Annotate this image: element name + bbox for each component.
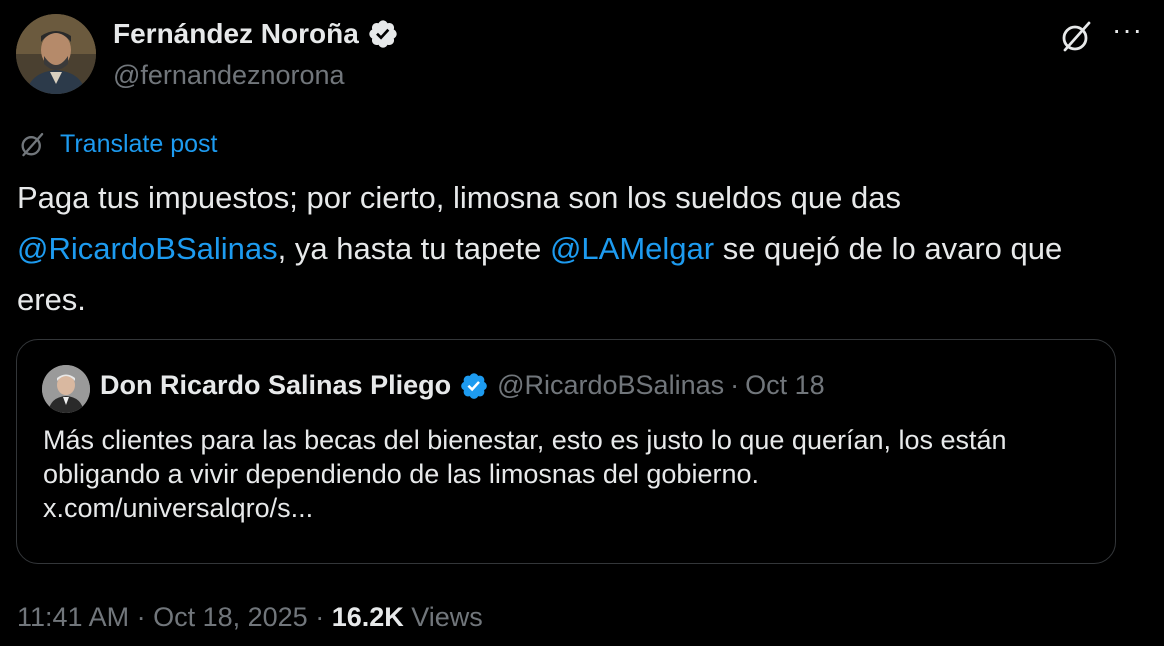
grok-translate-icon — [21, 132, 44, 156]
mention-link[interactable]: @RicardoBSalinas — [17, 231, 278, 266]
post-text-part: Paga tus impuestos; por cierto, limosna … — [17, 180, 901, 215]
verified-badge-icon — [369, 20, 397, 48]
quoted-author-name[interactable]: Don Ricardo Salinas Pliego — [100, 370, 451, 401]
meta-separator: · — [307, 602, 332, 632]
quoted-author-avatar[interactable] — [42, 365, 90, 413]
author-avatar[interactable] — [16, 14, 96, 94]
dot-separator: · — [730, 370, 740, 400]
more-options-button[interactable]: ··· — [1112, 14, 1143, 46]
quoted-author-handle[interactable]: @RicardoBSalinas — [497, 370, 724, 401]
views-label: Views — [411, 602, 483, 632]
grok-icon[interactable] — [1058, 19, 1094, 55]
author-name-row[interactable]: Fernández Noroña — [113, 18, 399, 50]
quoted-post-link[interactable]: x.com/universalqro/s... — [43, 491, 1093, 525]
quoted-post-card[interactable]: Don Ricardo Salinas Pliego @RicardoBSali… — [16, 339, 1116, 564]
quoted-post-text: Más clientes para las becas del bienesta… — [43, 423, 1093, 525]
quoted-post-date[interactable]: Oct 18 — [745, 370, 825, 401]
post-text-part: , ya hasta tu tapete — [277, 231, 550, 266]
post-time[interactable]: 11:41 AM — [17, 602, 129, 632]
post-meta: 11:41 AM · Oct 18, 2025 · 16.2K Views — [17, 602, 483, 633]
views-count: 16.2K — [331, 602, 404, 632]
post-text: Paga tus impuestos; por cierto, limosna … — [17, 172, 1137, 325]
quoted-header: Don Ricardo Salinas Pliego @RicardoBSali… — [100, 370, 825, 401]
meta-separator: · — [129, 602, 154, 632]
post-date[interactable]: Oct 18, 2025 — [153, 602, 308, 632]
translate-post-row[interactable]: Translate post — [18, 130, 217, 159]
mention-link[interactable]: @LAMelgar — [550, 231, 714, 266]
quoted-post-body: Más clientes para las becas del bienesta… — [43, 425, 1007, 489]
author-name[interactable]: Fernández Noroña — [113, 18, 359, 50]
verified-badge-icon — [461, 372, 487, 399]
translate-post-link[interactable]: Translate post — [60, 130, 217, 159]
author-handle[interactable]: @fernandeznorona — [113, 60, 345, 91]
